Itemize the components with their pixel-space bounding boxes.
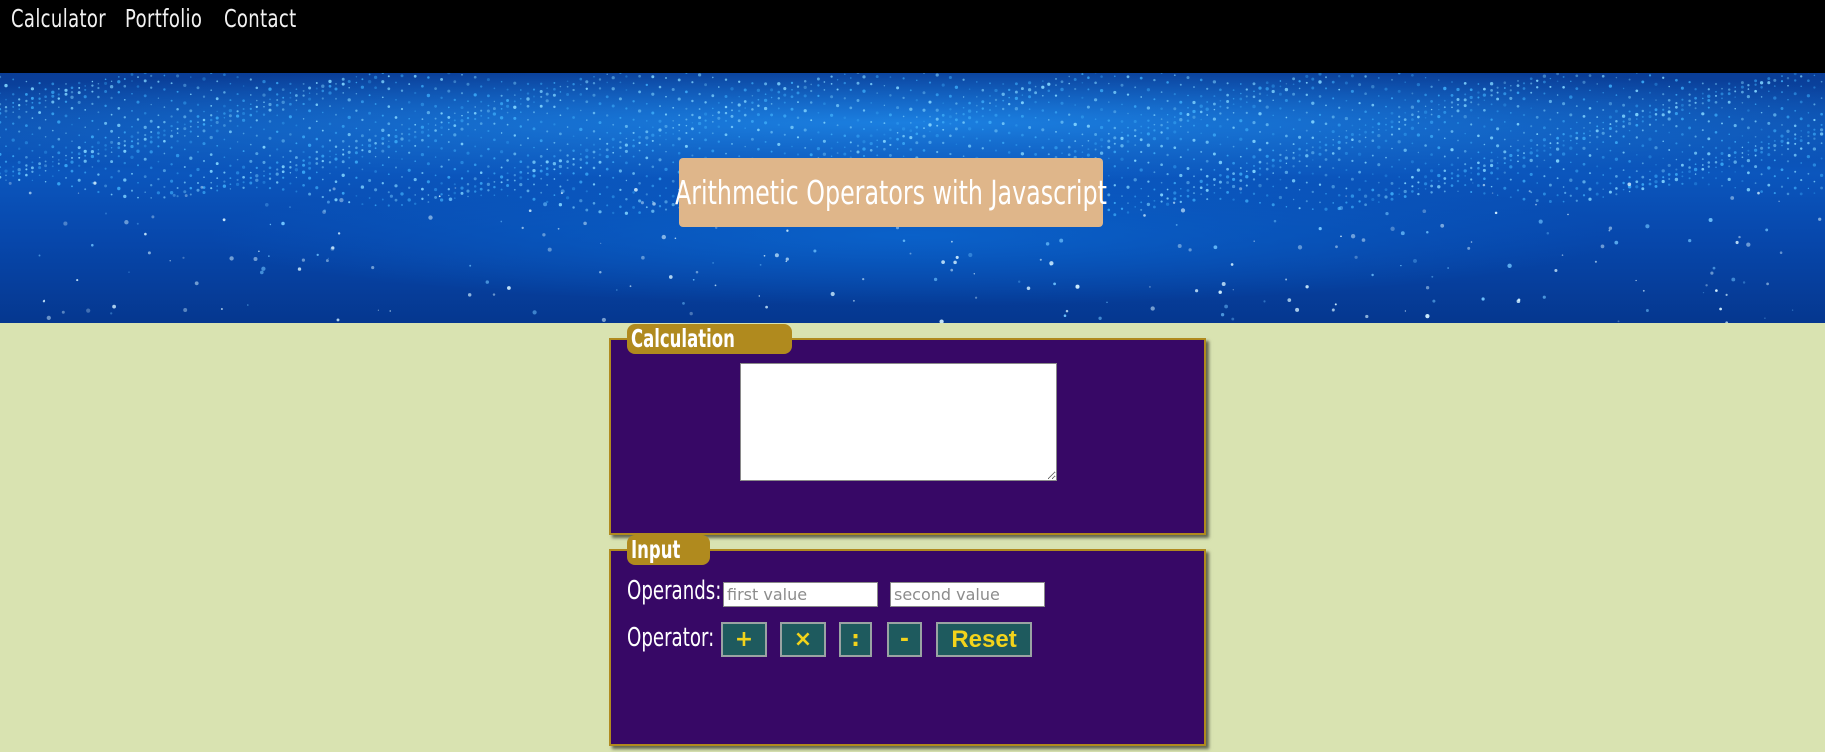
divide-button[interactable]: : — [839, 622, 872, 657]
reset-button[interactable]: Reset — [936, 622, 1032, 657]
add-button[interactable]: + — [721, 622, 767, 657]
first-value-input[interactable] — [723, 582, 878, 607]
page-title: Arithmetic Operators with Javascript — [675, 173, 1107, 212]
calculation-legend: Calculation — [627, 324, 793, 354]
operands-label: Operands: — [627, 576, 722, 606]
operator-label: Operator: — [627, 623, 715, 653]
result-textarea[interactable] — [740, 363, 1057, 481]
input-legend-label: Input — [631, 535, 681, 564]
top-nav: Calculator Portfolio Contact — [0, 0, 1825, 73]
input-panel: Input Operands: Operator: + × : - Reset — [609, 535, 1206, 746]
multiply-button[interactable]: × — [780, 622, 826, 657]
subtract-button[interactable]: - — [887, 622, 922, 657]
calculation-legend-label: Calculation — [631, 324, 735, 353]
nav-link-portfolio[interactable]: Portfolio — [125, 4, 202, 33]
nav-link-calculator[interactable]: Calculator — [11, 4, 106, 33]
second-value-input[interactable] — [890, 582, 1045, 607]
input-legend: Input — [627, 535, 710, 565]
calculation-panel: Calculation — [609, 324, 1206, 535]
nav-link-contact[interactable]: Contact — [224, 4, 297, 33]
hero-title-box: Arithmetic Operators with Javascript — [675, 158, 1107, 227]
hero-banner: Arithmetic Operators with Javascript — [0, 73, 1825, 323]
